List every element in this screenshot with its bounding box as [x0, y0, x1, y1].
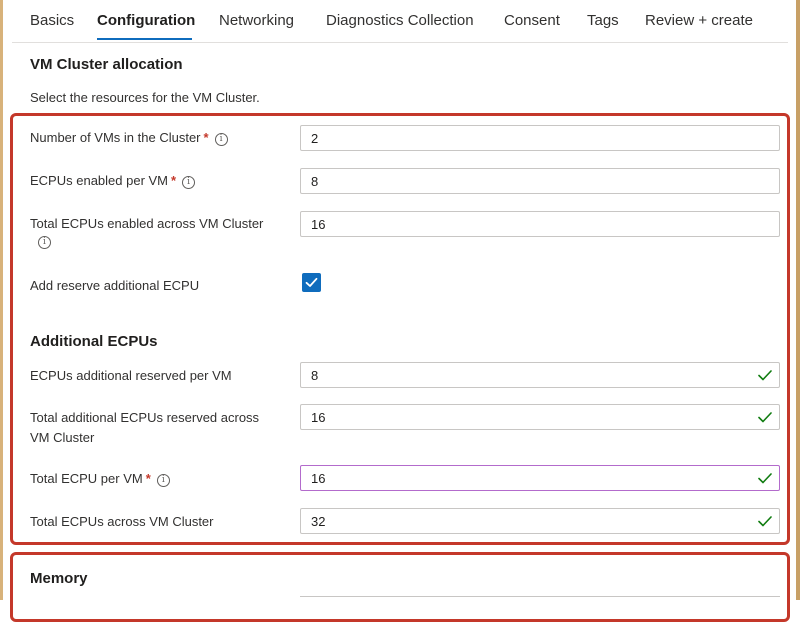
valid-check-icon	[758, 516, 772, 527]
total-reserved-value: 16	[311, 410, 326, 425]
window-edge-right	[796, 0, 800, 600]
required-asterisk: *	[203, 130, 209, 145]
memory-title: Memory	[30, 570, 88, 587]
required-asterisk: *	[171, 173, 177, 188]
total-per-vm-value: 16	[311, 471, 326, 486]
valid-check-icon	[758, 412, 772, 423]
tab-review-create[interactable]: Review + create	[645, 12, 753, 29]
section-title: VM Cluster allocation	[30, 56, 183, 73]
tab-tags[interactable]: Tags	[587, 12, 619, 29]
add-reserve-label: Add reserve additional ECPU	[30, 278, 200, 293]
reserved-per-vm-label: ECPUs additional reserved per VM	[30, 368, 232, 383]
reserved-per-vm-input[interactable]: 8	[300, 362, 780, 388]
window-edge-left	[0, 0, 3, 600]
info-icon[interactable]: i	[156, 474, 170, 487]
total-ecpus-input: 16	[300, 211, 780, 237]
total-across-label: Total ECPUs across VM Cluster	[30, 514, 214, 529]
total-reserved-label-line1: Total additional ECPUs reserved across	[30, 410, 260, 425]
tabs-divider	[12, 42, 788, 43]
total-per-vm-input[interactable]: 16	[300, 465, 780, 491]
required-asterisk: *	[145, 471, 151, 486]
wizard-tabs: Basics Configuration Networking Diagnost…	[0, 0, 800, 42]
num-vms-label: Number of VMs in the Cluster * i	[30, 128, 228, 148]
tab-networking[interactable]: Networking	[219, 12, 294, 29]
total-reserved-label: Total additional ECPUs reserved across V…	[30, 408, 259, 448]
reserved-per-vm-value: 8	[311, 368, 319, 383]
valid-check-icon	[758, 370, 772, 381]
ecpus-per-vm-label: ECPUs enabled per VM * i	[30, 171, 196, 191]
total-ecpus-label: Total ECPUs enabled across VM Cluster	[30, 216, 264, 231]
total-reserved-label-line2: VM Cluster	[30, 430, 95, 445]
highlight-box-memory	[10, 552, 790, 622]
ecpus-per-vm-input[interactable]: 8	[300, 168, 780, 194]
num-vms-input[interactable]: 2	[300, 125, 780, 151]
num-vms-label-text: Number of VMs in the Cluster	[30, 130, 201, 145]
info-icon[interactable]: i	[182, 176, 196, 189]
ecpus-per-vm-value: 8	[311, 174, 319, 189]
memory-input[interactable]	[300, 596, 780, 601]
total-reserved-input: 16	[300, 404, 780, 430]
additional-ecpus-title: Additional ECPUs	[30, 333, 158, 350]
info-icon[interactable]: i	[214, 133, 228, 146]
total-across-input: 32	[300, 508, 780, 534]
add-reserve-checkbox[interactable]	[302, 273, 321, 292]
total-per-vm-label: Total ECPU per VM * i	[30, 469, 170, 489]
tab-diagnostics-collection[interactable]: Diagnostics Collection	[326, 12, 474, 29]
info-icon[interactable]: i	[38, 236, 51, 249]
section-description: Select the resources for the VM Cluster.	[30, 90, 260, 105]
checkmark-icon	[305, 277, 318, 287]
num-vms-value: 2	[311, 131, 319, 146]
tab-configuration[interactable]: Configuration	[97, 12, 195, 29]
valid-check-icon	[758, 473, 772, 484]
total-ecpus-value: 16	[311, 217, 326, 232]
active-tab-indicator	[97, 38, 192, 40]
tab-consent[interactable]: Consent	[504, 12, 560, 29]
total-per-vm-label-text: Total ECPU per VM	[30, 471, 143, 486]
tab-basics[interactable]: Basics	[30, 12, 74, 29]
ecpus-per-vm-label-text: ECPUs enabled per VM	[30, 173, 169, 188]
total-across-value: 32	[311, 514, 326, 529]
